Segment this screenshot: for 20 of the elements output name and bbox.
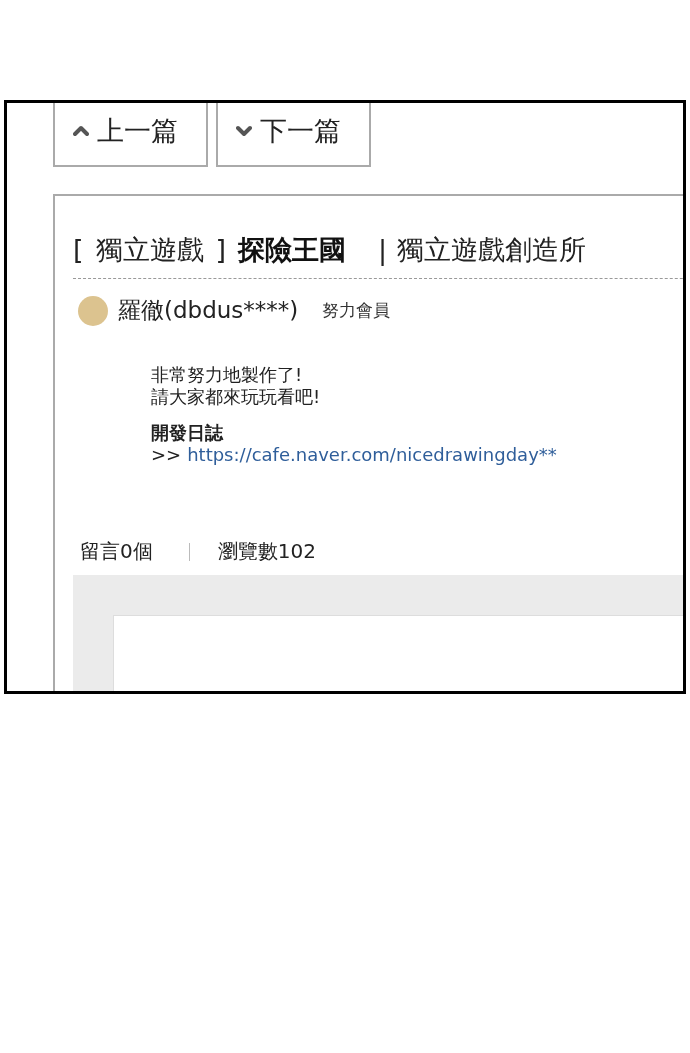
post-text: 請大家都來玩玩看吧!	[151, 386, 322, 408]
chevron-down-icon	[236, 124, 252, 138]
link-prefix: >>	[151, 444, 182, 466]
previous-post-button[interactable]: 上一篇	[53, 103, 208, 167]
title-separator: |	[378, 234, 388, 265]
avatar	[78, 295, 108, 326]
post-category: 獨立遊戲	[95, 233, 204, 267]
chevron-up-icon	[73, 124, 89, 138]
comment-count: 留言0個	[80, 538, 153, 565]
next-post-button[interactable]: 下一篇	[216, 103, 371, 167]
author-name: 羅徹(dbdus****)	[118, 296, 299, 325]
devlog-label: 開發日誌	[151, 422, 225, 444]
board-name: 獨立遊戲創造所	[397, 233, 587, 267]
devlog-link[interactable]: https://cafe.naver.com/nicedrawingday**	[187, 444, 557, 466]
bracket: [	[73, 234, 84, 265]
member-rank: 努力會員	[322, 299, 391, 322]
post-title: 探險王國	[238, 233, 347, 267]
post-text: 非常努力地製作了!	[151, 364, 304, 386]
view-count: 瀏覽數102	[217, 538, 316, 565]
bracket: ]	[215, 234, 227, 265]
